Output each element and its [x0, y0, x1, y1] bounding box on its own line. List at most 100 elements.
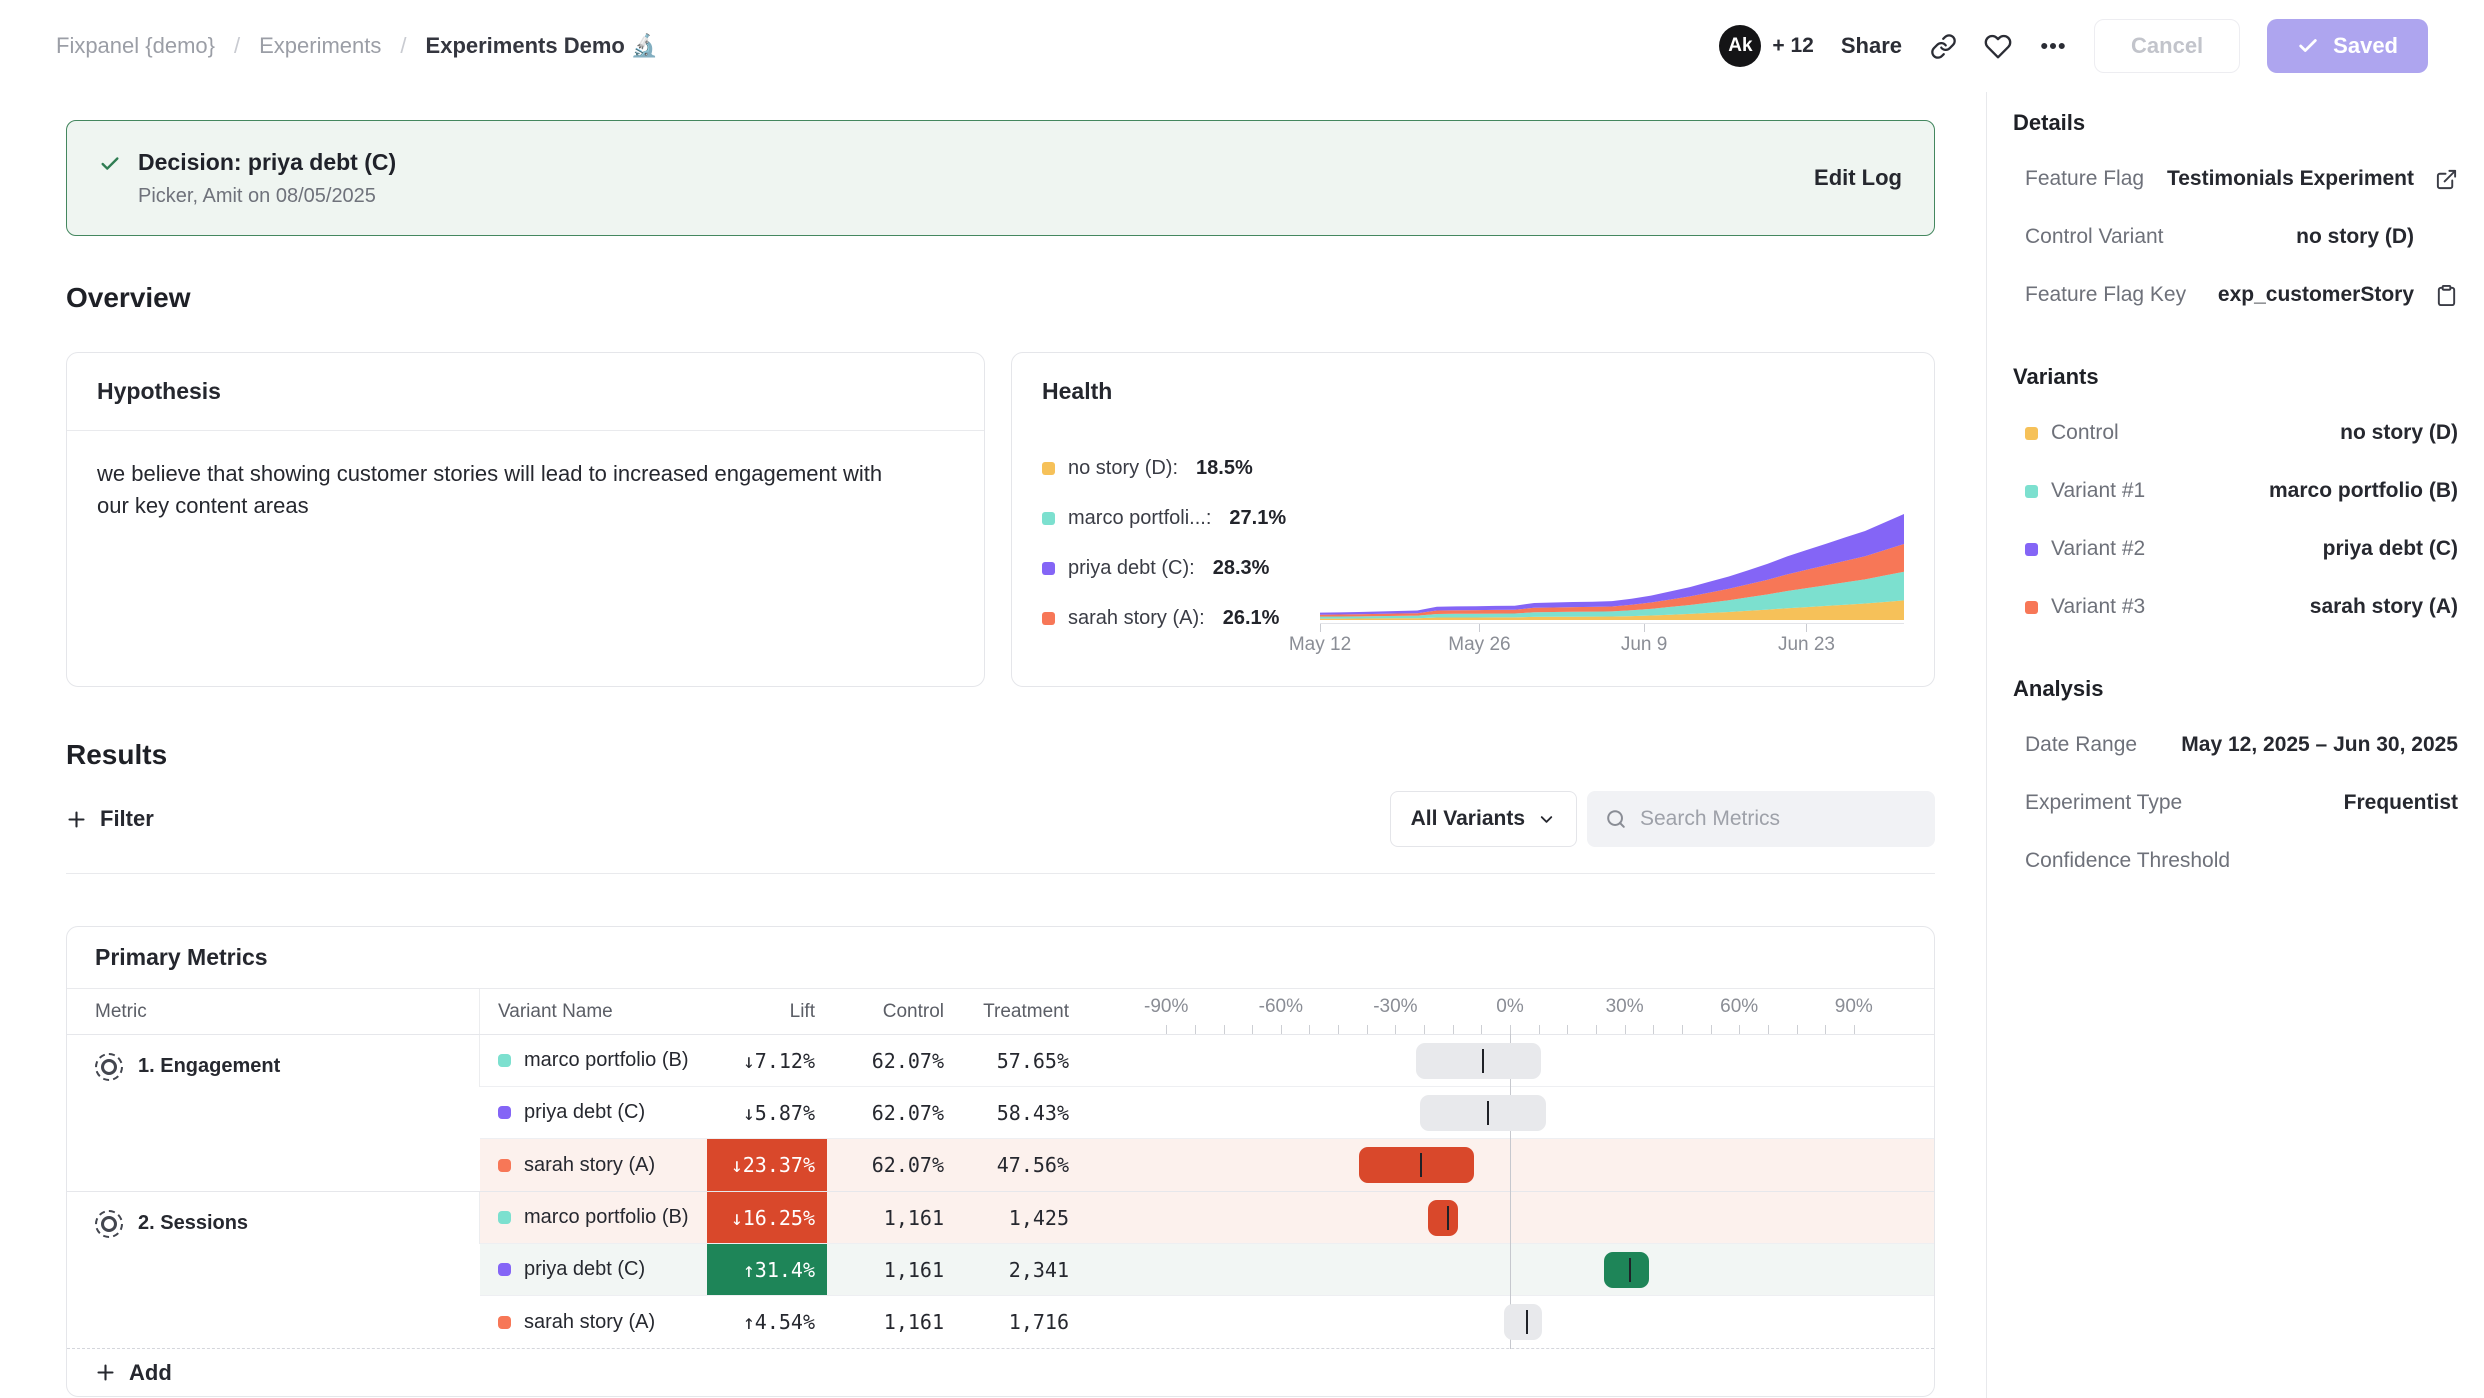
zero-line	[1510, 1191, 1511, 1244]
axis-label: 30%	[1606, 996, 1644, 1018]
variant-swatch	[498, 1054, 511, 1067]
table-row[interactable]: marco portfolio (B) ↓7.12% 62.07% 57.65%	[480, 1035, 1934, 1087]
variant-value: sarah story (A)	[2310, 595, 2458, 619]
analysis-label: Date Range	[2025, 733, 2137, 757]
variant-name: marco portfolio (B)	[524, 1206, 689, 1229]
analysis-value: May 12, 2025 – Jun 30, 2025	[2181, 733, 2458, 757]
share-button[interactable]: Share	[1841, 33, 1902, 59]
legend-item[interactable]: priya debt (C): 28.3%	[1042, 557, 1320, 580]
lift-value: ↓16.25%	[707, 1192, 827, 1243]
ci-mean	[1487, 1101, 1489, 1125]
chevron-down-icon	[1537, 810, 1556, 829]
detail-label: Feature Flag	[2025, 167, 2144, 191]
table-row[interactable]: sarah story (A) ↓23.37% 62.07% 47.56%	[480, 1139, 1934, 1191]
metric-rows: marco portfolio (B) ↓16.25% 1,161 1,425 …	[480, 1192, 1934, 1348]
legend-item[interactable]: no story (D): 18.5%	[1042, 457, 1320, 480]
axis-tick	[1309, 1025, 1310, 1034]
plus-icon	[95, 1362, 116, 1383]
variants-dropdown[interactable]: All Variants	[1390, 791, 1577, 847]
legend-item[interactable]: sarah story (A): 26.1%	[1042, 607, 1320, 630]
legend-item[interactable]: marco portfoli...: 27.1%	[1042, 507, 1320, 530]
axis-tick	[1338, 1025, 1339, 1034]
detail-icon-slot	[2424, 168, 2458, 191]
lift-value: ↓5.87%	[707, 1087, 827, 1138]
column-header-treatment: Treatment	[952, 989, 1077, 1034]
ci-bar	[1416, 1043, 1540, 1079]
variant-label-text: Variant #3	[2051, 595, 2145, 619]
legend-label: no story (D):	[1068, 457, 1178, 480]
variant-row: Variant #3 sarah story (A)	[2013, 578, 2458, 636]
collaborator-count[interactable]: + 12	[1772, 34, 1813, 58]
table-row[interactable]: priya debt (C) ↓5.87% 62.07% 58.43%	[480, 1087, 1934, 1139]
ci-chart-cell	[1077, 1244, 1934, 1295]
legend-value: 27.1%	[1229, 507, 1286, 530]
lift-value: ↑4.54%	[707, 1296, 827, 1348]
breadcrumb-item[interactable]: Experiments	[259, 33, 381, 59]
treatment-value: 1,425	[952, 1192, 1077, 1243]
column-header-control: Control	[827, 989, 952, 1034]
analysis-heading: Analysis	[2013, 676, 2458, 702]
analysis-label: Experiment Type	[2025, 791, 2182, 815]
copy-link-icon[interactable]	[1929, 32, 1957, 60]
variant-row: Control no story (D)	[2013, 404, 2458, 462]
axis-tick	[1252, 1025, 1253, 1034]
axis-tick	[1739, 1025, 1740, 1034]
cancel-button[interactable]: Cancel	[2094, 19, 2240, 73]
details-heading: Details	[2013, 110, 2458, 136]
metric-cell[interactable]: 2. Sessions	[67, 1192, 480, 1244]
avatar[interactable]: Ak	[1719, 25, 1761, 67]
details-rows: Feature Flag Testimonials Experiment Con…	[2013, 150, 2458, 324]
results-heading: Results	[66, 739, 1935, 771]
health-xlabel: May 12	[1289, 634, 1351, 656]
axis-tick	[1166, 1025, 1167, 1034]
analysis-section: Analysis Date Range May 12, 2025 – Jun 3…	[2013, 676, 2458, 890]
add-metric-button[interactable]: Add	[67, 1348, 1934, 1396]
variant-swatch	[2025, 543, 2038, 556]
detail-row: Control Variant no story (D)	[2013, 208, 2458, 266]
table-row[interactable]: marco portfolio (B) ↓16.25% 1,161 1,425	[480, 1192, 1934, 1244]
axis-label: -30%	[1373, 996, 1417, 1018]
plus-icon	[66, 809, 87, 830]
edit-log-button[interactable]: Edit Log	[1814, 165, 1902, 191]
variants-heading: Variants	[2013, 364, 2458, 390]
more-options-icon[interactable]	[2039, 32, 2067, 60]
health-area-chart	[1320, 493, 1904, 623]
axis-tick	[1653, 1025, 1654, 1034]
variant-name: priya debt (C)	[524, 1101, 645, 1124]
ci-mean	[1629, 1258, 1631, 1282]
clipboard-icon[interactable]	[2435, 284, 2458, 307]
add-filter-button[interactable]: Filter	[66, 806, 154, 832]
table-row[interactable]: sarah story (A) ↑4.54% 1,161 1,716	[480, 1296, 1934, 1348]
health-xlabel: Jun 9	[1621, 634, 1667, 656]
breadcrumb-item[interactable]: Fixpanel {demo}	[56, 33, 215, 59]
pm-body: 1. Engagement marco portfolio (B) ↓7.12%…	[67, 1035, 1934, 1348]
saved-button[interactable]: Saved	[2267, 19, 2428, 73]
axis-tick	[1567, 1025, 1568, 1034]
table-row[interactable]: priya debt (C) ↑31.4% 1,161 2,341	[480, 1244, 1934, 1296]
treatment-value: 47.56%	[952, 1139, 1077, 1191]
legend-value: 18.5%	[1196, 457, 1253, 480]
axis-tick	[1453, 1025, 1454, 1034]
search-metrics-input[interactable]	[1640, 807, 1917, 831]
variant-row: Variant #2 priya debt (C)	[2013, 520, 2458, 578]
control-value: 62.07%	[827, 1087, 952, 1138]
axis-tick	[1682, 1025, 1683, 1034]
external-link-icon[interactable]	[2435, 168, 2458, 191]
metric-group: 2. Sessions marco portfolio (B) ↓16.25% …	[67, 1191, 1934, 1348]
axis-tick	[1224, 1025, 1225, 1034]
axis-tick	[1539, 1025, 1540, 1034]
axis-label: -90%	[1144, 996, 1188, 1018]
hypothesis-title: Hypothesis	[67, 353, 984, 431]
legend-value: 26.1%	[1223, 607, 1280, 630]
pm-axis: -90% -60% -30% 0% 30% 60% 90%	[1077, 989, 1934, 1034]
metric-target-icon	[95, 1053, 123, 1081]
breadcrumb-item[interactable]: Experiments Demo 🔬	[426, 33, 659, 59]
axis-tick	[1395, 1025, 1396, 1034]
ci-bar	[1428, 1200, 1459, 1236]
search-icon	[1605, 808, 1627, 830]
variant-value: priya debt (C)	[2323, 537, 2458, 561]
hypothesis-card: Hypothesis we believe that showing custo…	[66, 352, 985, 687]
metric-cell[interactable]: 1. Engagement	[67, 1035, 480, 1087]
metric-name: 2. Sessions	[138, 1212, 248, 1235]
favorite-heart-icon[interactable]	[1984, 32, 2012, 60]
